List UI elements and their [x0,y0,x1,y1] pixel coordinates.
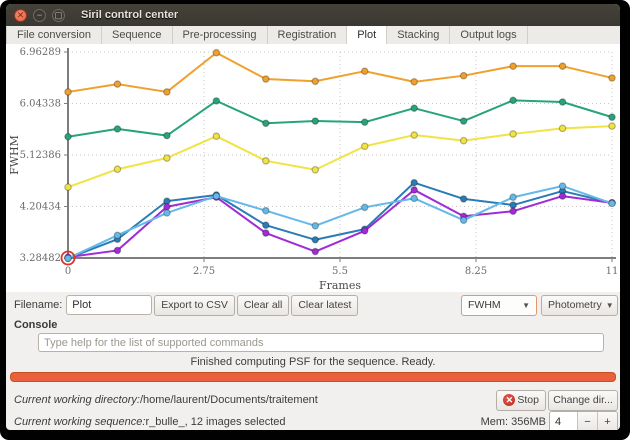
memory-label: Mem: 356MB [481,411,546,430]
chevron-down-icon: ▼ [522,301,530,310]
working-directory-row: Current working directory: /home/laurent… [6,389,620,411]
spinner-decrement-button[interactable]: − [577,412,597,430]
clear-all-button[interactable]: Clear all [237,295,290,316]
svg-text:5.12386: 5.12386 [20,150,61,161]
filename-label: Filename: [14,299,62,311]
close-icon[interactable]: ✕ [14,9,27,22]
tab-output-logs[interactable]: Output logs [450,26,527,44]
window-buttons: ✕ − ▢ [14,9,65,22]
svg-text:2.75: 2.75 [193,266,215,277]
spinner-value: 4 [550,412,577,430]
progress-bar [10,372,616,382]
tab-plot[interactable]: Plot [347,26,387,44]
window-title: Siril control center [81,9,178,21]
export-csv-button[interactable]: Export to CSV [154,295,235,316]
command-input[interactable] [38,333,604,352]
svg-text:8.25: 8.25 [465,266,487,277]
screenshot: ✕ − ▢ Siril control center File conversi… [0,0,630,440]
metric-dropdown-value: FWHM [468,299,501,311]
change-dir-button[interactable]: Change dir... [548,390,618,411]
svg-text:3.28482: 3.28482 [20,253,61,264]
siril-window: ✕ − ▢ Siril control center File conversi… [6,4,620,430]
cwd-label: Current working directory: [14,394,140,406]
stop-button[interactable]: ✕ Stop [496,390,546,411]
tab-file-conversion[interactable]: File conversion [6,26,102,44]
cwd-value: /home/laurent/Documents/traitement [140,394,318,406]
working-sequence-row: Current working sequence: r_bulle_, 12 i… [6,411,620,430]
svg-text:11: 11 [606,266,619,277]
svg-text:Frames: Frames [319,279,361,292]
svg-text:6.04338: 6.04338 [20,98,61,109]
stop-icon: ✕ [503,394,515,406]
tab-stacking[interactable]: Stacking [387,26,450,44]
plot-controls: Filename: Export to CSV Clear all Clear … [6,292,620,318]
filename-input[interactable] [66,295,152,315]
fwhm-chart[interactable]: 3.28482 4.20434 5.12386 6.04338 6.96289 0 2.75… [6,44,620,292]
metric-dropdown[interactable]: FWHM ▼ [461,295,537,316]
tab-bar: File conversion Sequence Pre-processing … [6,26,620,45]
clear-latest-button[interactable]: Clear latest [291,295,358,316]
window-frame: ✕ − ▢ Siril control center File conversi… [0,0,630,440]
stop-button-label: Stop [517,394,539,406]
maximize-icon[interactable]: ▢ [52,9,65,22]
svg-text:0: 0 [65,266,71,277]
tab-pre-processing[interactable]: Pre-processing [173,26,268,44]
tab-sequence[interactable]: Sequence [102,26,173,44]
source-dropdown-value: Photometry [548,299,602,311]
plot-area[interactable]: 3.28482 4.20434 5.12386 6.04338 6.96289 0 2.75… [6,44,620,292]
thread-spinner[interactable]: 4 − + [549,411,618,430]
tab-registration[interactable]: Registration [268,26,348,44]
source-dropdown[interactable]: Photometry ▼ [541,295,618,316]
chevron-down-icon: ▼ [606,301,614,310]
sequence-label: Current working sequence: [14,416,145,428]
svg-text:6.96289: 6.96289 [20,47,61,58]
svg-text:5.5: 5.5 [332,266,348,277]
title-bar: ✕ − ▢ Siril control center [6,4,620,26]
svg-text:4.20434: 4.20434 [20,201,61,212]
spinner-increment-button[interactable]: + [597,412,617,430]
console-section-label: Console [14,319,57,331]
status-message: Finished computing PSF for the sequence.… [6,356,620,368]
minimize-icon[interactable]: − [33,9,46,22]
sequence-value: r_bulle_, 12 images selected [145,416,285,428]
svg-text:FWHM: FWHM [8,135,21,175]
